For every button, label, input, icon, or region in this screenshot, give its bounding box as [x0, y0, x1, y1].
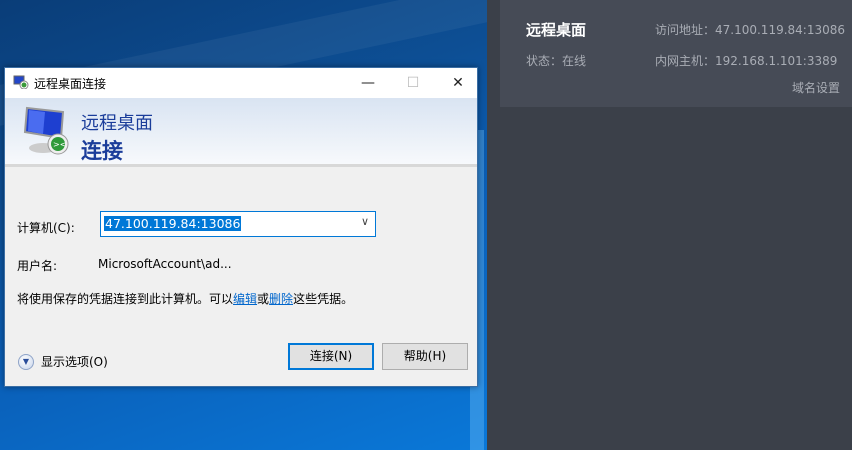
window-title: 远程桌面连接: [34, 77, 107, 91]
credentials-note: 将使用保存的凭据连接到此计算机。可以编辑或删除这些凭据。: [17, 290, 353, 307]
cred-or: 或: [257, 292, 270, 306]
cred-text: 将使用保存的凭据连接到此计算机。可以: [17, 292, 234, 306]
minimize-button[interactable]: —: [345, 68, 391, 98]
show-options-label: 显示选项(O): [41, 355, 108, 369]
monitor-icon: ><: [23, 106, 69, 155]
maximize-button[interactable]: ☐: [390, 68, 436, 98]
computer-input[interactable]: 47.100.119.84:13086: [104, 216, 242, 231]
close-button[interactable]: ✕: [435, 68, 481, 98]
remote-desktop-dialog: 远程桌面连接 — ☐ ✕ >< 远程桌面 连接 计算机(C): 47.100.1…: [4, 67, 478, 387]
card-title: 远程桌面: [526, 21, 587, 39]
header-subtitle: 连接: [81, 139, 123, 163]
header-title: 远程桌面: [81, 113, 153, 134]
username-label: 用户名:: [17, 259, 58, 273]
domain-settings-link[interactable]: 域名设置: [792, 79, 840, 96]
edit-credentials-link[interactable]: 编辑: [233, 292, 257, 306]
cred-text-end: 这些凭据。: [293, 292, 354, 306]
computer-combobox[interactable]: 47.100.119.84:13086 ∨: [100, 211, 376, 237]
access-address: 访问地址：47.100.119.84:13086: [655, 23, 846, 37]
help-button[interactable]: 帮助(H): [382, 343, 468, 370]
delete-credentials-link[interactable]: 删除: [269, 292, 293, 306]
chevron-down-icon[interactable]: ∨: [361, 215, 369, 228]
dialog-header: >< 远程桌面 连接: [5, 98, 477, 167]
rdp-app-icon: [13, 75, 29, 89]
connect-button[interactable]: 连接(N): [288, 343, 374, 370]
show-options-toggle[interactable]: ▼ 显示选项(O): [18, 353, 108, 370]
computer-label: 计算机(C):: [17, 221, 75, 235]
remote-desktop-card: 远程桌面 状态：在线 访问地址：47.100.119.84:13086 内网主机…: [500, 0, 852, 107]
title-bar[interactable]: 远程桌面连接 — ☐ ✕: [5, 68, 477, 98]
username-value: MicrosoftAccount\ad...: [98, 257, 232, 271]
expand-icon: ▼: [18, 353, 34, 370]
lan-host: 内网主机：192.168.1.101:3389: [655, 54, 838, 68]
status-text: 状态：在线: [526, 54, 587, 68]
svg-text:><: ><: [53, 140, 66, 149]
